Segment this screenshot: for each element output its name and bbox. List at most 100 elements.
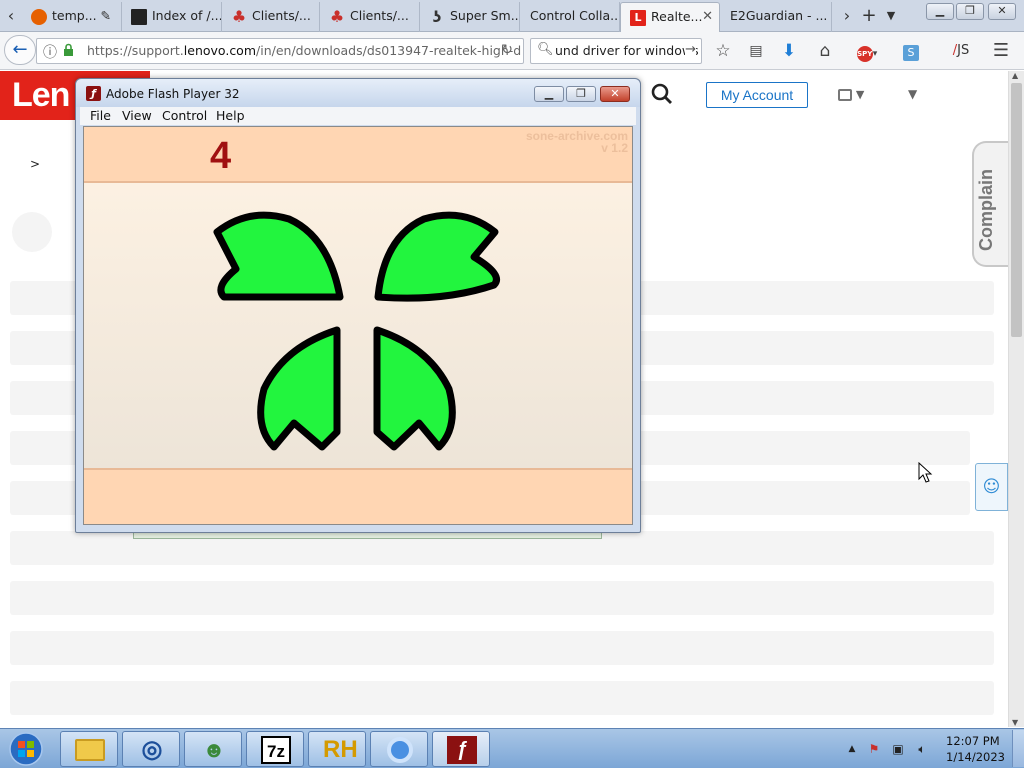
complain-tab[interactable]: Complain bbox=[972, 141, 1008, 267]
download-icon[interactable]: ⬇ bbox=[778, 41, 800, 63]
menu-view[interactable]: View bbox=[122, 108, 152, 123]
search-icon: 🔍︎ bbox=[537, 42, 554, 57]
pin-icon: ✎ bbox=[100, 8, 111, 23]
search-go-icon[interactable]: → bbox=[685, 42, 696, 57]
skeleton-avatar bbox=[12, 212, 52, 252]
page-scrollbar[interactable]: ▲ ▼ bbox=[1008, 71, 1024, 727]
feedback-smiley-button[interactable]: ☺ bbox=[975, 463, 1008, 511]
taskbar-chrome[interactable] bbox=[370, 731, 428, 767]
taskbar-7zip[interactable]: 7z bbox=[246, 731, 304, 767]
tab-control-colla[interactable]: Control Colla... bbox=[520, 2, 620, 32]
url-bar[interactable]: ⓘ https://support.lenovo.com/in/en/downl… bbox=[36, 38, 524, 64]
list-tabs-button[interactable]: ▼ bbox=[882, 6, 900, 26]
hook-icon: ʖ bbox=[432, 8, 442, 26]
tab-label: Realte... bbox=[651, 9, 703, 24]
green-shape-bottom-left bbox=[257, 326, 341, 451]
show-desktop-button[interactable] bbox=[1012, 730, 1024, 767]
tab-scroll-right-button[interactable]: › bbox=[838, 6, 856, 26]
folder-icon bbox=[131, 9, 147, 25]
tab-clients-1[interactable]: ♣ Clients/... bbox=[222, 2, 320, 32]
spy-extension-icon[interactable]: SPY▾ bbox=[852, 41, 882, 63]
flash-player-window: ƒ Adobe Flash Player 32 ▁ ❐ ✕ File View … bbox=[75, 78, 641, 533]
home-icon[interactable]: ⌂ bbox=[814, 41, 836, 63]
taskbar-flash-player[interactable]: ƒ bbox=[432, 731, 490, 767]
acrobat-icon: ♣ bbox=[231, 7, 247, 26]
minimize-button[interactable]: ▁ bbox=[926, 3, 954, 20]
cart-dropdown-icon[interactable]: ▼ bbox=[908, 87, 917, 101]
skeleton-row bbox=[10, 581, 994, 615]
taskbar-network-app[interactable]: ◎ bbox=[122, 731, 180, 767]
tab-label: temp... bbox=[52, 8, 97, 23]
tab-label: Clients/... bbox=[252, 8, 311, 23]
my-account-button[interactable]: My Account bbox=[706, 82, 808, 108]
rh-icon: RH bbox=[323, 736, 358, 763]
info-icon[interactable]: ⓘ bbox=[43, 42, 57, 62]
show-hidden-icons-icon[interactable]: ▲ bbox=[844, 741, 860, 757]
region-dropdown[interactable]: ▼ bbox=[838, 87, 878, 105]
tab-e2guardian[interactable]: E2Guardian - ... bbox=[722, 2, 832, 32]
logo-text: Len bbox=[12, 76, 70, 114]
skeleton-row bbox=[10, 631, 994, 665]
mouse-cursor-icon bbox=[918, 462, 933, 483]
flash-icon: ƒ bbox=[447, 736, 477, 764]
browser-tab-strip: ‹ temp... ✎ Index of /... ♣ Clients/... … bbox=[0, 0, 1024, 33]
close-tab-icon[interactable]: ✕ bbox=[702, 3, 713, 31]
restore-button[interactable]: ❐ bbox=[956, 3, 984, 20]
globe-icon: ◎ bbox=[141, 736, 163, 763]
search-input[interactable]: 🔍︎ und driver for windows 7 → bbox=[530, 38, 702, 64]
flash-game-stage[interactable]: 4 sone-archive.com v 1.2 bbox=[83, 126, 633, 525]
page-element-behind-window bbox=[133, 533, 602, 539]
network-icon[interactable]: ▣ bbox=[890, 741, 906, 757]
tab-temp[interactable]: temp... ✎ bbox=[22, 2, 122, 32]
tab-index-of[interactable]: Index of /... bbox=[122, 2, 222, 32]
flash-titlebar[interactable]: ƒ Adobe Flash Player 32 ▁ ❐ ✕ bbox=[76, 79, 640, 107]
flash-app-icon: ƒ bbox=[86, 86, 101, 101]
flash-window-title: Adobe Flash Player 32 bbox=[106, 87, 240, 101]
taskbar-users-app[interactable]: ☻ bbox=[184, 731, 242, 767]
acrobat-icon: ♣ bbox=[329, 7, 345, 26]
lenovo-icon: L bbox=[630, 10, 646, 26]
game-shapes[interactable] bbox=[84, 127, 633, 525]
menu-icon[interactable]: ☰ bbox=[990, 41, 1012, 63]
scrollbar-thumb[interactable] bbox=[1011, 83, 1022, 337]
reload-icon[interactable]: ↻ bbox=[501, 42, 513, 58]
tab-label: Control Colla... bbox=[530, 8, 620, 23]
tab-realtek[interactable]: L Realte... ✕ bbox=[620, 2, 720, 33]
scroll-down-icon[interactable]: ▼ bbox=[1012, 718, 1018, 727]
tab-label: Super Sm... bbox=[450, 8, 520, 23]
skeleton-row bbox=[10, 681, 994, 715]
search-icon[interactable] bbox=[650, 82, 676, 108]
scroll-up-icon[interactable]: ▲ bbox=[1012, 71, 1018, 80]
green-shape-top-left bbox=[213, 211, 344, 301]
js-toggle-icon[interactable]: /JS bbox=[950, 41, 972, 63]
menu-control[interactable]: Control bbox=[162, 108, 207, 123]
bookmark-star-icon[interactable]: ☆ bbox=[712, 41, 734, 63]
menu-file[interactable]: File bbox=[90, 108, 111, 123]
url-text: https://support.lenovo.com/in/en/downloa… bbox=[87, 43, 522, 58]
tab-clients-2[interactable]: ♣ Clients/... bbox=[320, 2, 420, 32]
lock-icon bbox=[63, 43, 73, 56]
flash-maximize-button[interactable]: ❐ bbox=[566, 86, 596, 102]
users-icon: ☻ bbox=[202, 737, 226, 762]
clock-date[interactable]: 1/14/2023 bbox=[946, 750, 1005, 764]
action-center-flag-icon[interactable]: ⚑ bbox=[866, 741, 882, 757]
tab-super-sm[interactable]: ʖ Super Sm... bbox=[420, 2, 520, 32]
close-window-button[interactable]: ✕ bbox=[988, 3, 1016, 20]
breadcrumb-arrow[interactable]: > bbox=[30, 157, 40, 171]
taskbar-file-explorer[interactable] bbox=[60, 731, 118, 767]
back-button[interactable]: ← bbox=[4, 35, 36, 65]
tab-scroll-left-button[interactable]: ‹ bbox=[2, 6, 20, 26]
menu-help[interactable]: Help bbox=[216, 108, 245, 123]
windows-taskbar: ◎ ☻ 7z RH ƒ ▲ ⚑ ▣ 🔈︎ 12:07 PM 1/14/2023 bbox=[0, 728, 1024, 768]
7zip-icon: 7z bbox=[261, 736, 291, 764]
clock-time[interactable]: 12:07 PM bbox=[946, 734, 1000, 748]
folder-icon bbox=[75, 739, 105, 761]
volume-muted-icon[interactable]: 🔈︎ bbox=[914, 741, 930, 757]
new-tab-button[interactable]: + bbox=[860, 6, 878, 26]
extension-s-icon[interactable]: S bbox=[900, 41, 922, 63]
flash-minimize-button[interactable]: ▁ bbox=[534, 86, 564, 102]
start-button[interactable] bbox=[3, 731, 51, 767]
reading-list-icon[interactable]: ▤ bbox=[745, 41, 767, 63]
taskbar-rh-app[interactable]: RH bbox=[308, 731, 366, 767]
flash-close-button[interactable]: ✕ bbox=[600, 86, 630, 102]
